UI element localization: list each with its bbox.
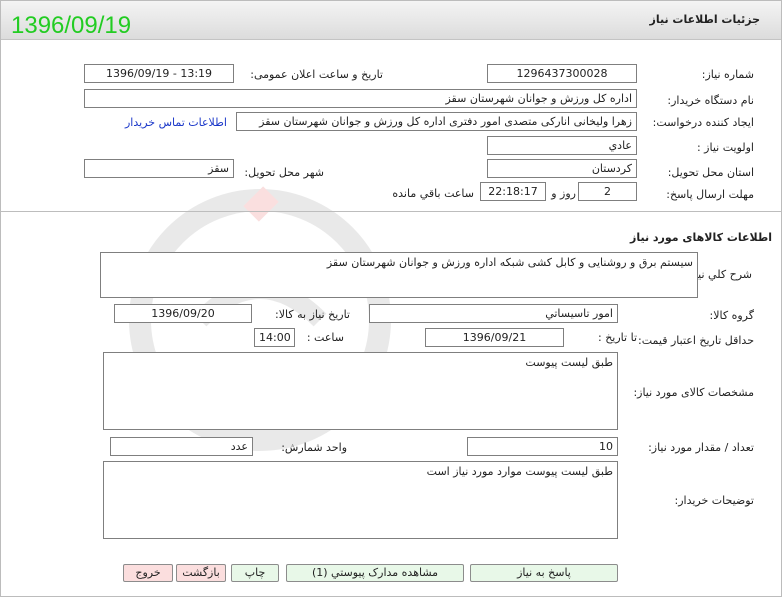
section-divider <box>0 211 782 212</box>
remaining-label: ساعت باقي مانده <box>392 187 474 200</box>
until-date-label: تا تاریخ : <box>598 331 637 344</box>
days-and-label: روز و <box>551 187 576 200</box>
description-textarea[interactable]: سیستم برق و روشنایی و کابل کشی شبکه ادار… <box>100 252 698 298</box>
goods-section-title: اطلاعات کالاهای مورد نیاز <box>630 231 772 244</box>
validity-label: حداقل تاریخ اعتبار قیمت: <box>638 334 754 347</box>
city-label: شهر محل تحویل: <box>244 166 324 179</box>
need-number-label: شماره نیاز: <box>701 68 754 81</box>
quantity-field[interactable]: 10 <box>467 437 618 456</box>
buyer-notes-label: توضیحات خریدار: <box>674 494 755 507</box>
date-stamp: 1396/09/19 <box>11 12 132 39</box>
deadline-days-field[interactable]: 2 <box>578 182 637 201</box>
exit-button[interactable]: خروج <box>123 564 173 582</box>
quantity-label: تعداد / مقدار مورد نیاز: <box>648 441 754 454</box>
page-title: جزئیات اطلاعات نیاز <box>649 13 761 26</box>
requester-label: ایجاد کننده درخواست: <box>652 116 754 129</box>
buyer-notes-textarea[interactable]: طبق لیست پیوست موارد مورد نیاز است <box>103 461 618 539</box>
back-button[interactable]: بازگشت <box>176 564 226 582</box>
province-label: استان محل تحویل: <box>667 166 754 179</box>
deadline-label: مهلت ارسال پاسخ: <box>666 188 754 201</box>
priority-label: اولویت نیاز : <box>696 141 754 154</box>
province-field[interactable]: کردستان <box>487 159 637 178</box>
need-number-field[interactable]: 1296437300028 <box>487 64 637 83</box>
reply-button[interactable]: پاسخ به نیاز <box>470 564 618 582</box>
group-field[interactable]: امور تاسیساتي <box>369 304 618 323</box>
announce-datetime-field[interactable]: 1396/09/19 - 13:19 <box>84 64 234 83</box>
city-field[interactable]: سقز <box>84 159 234 178</box>
time-label: ساعت : <box>306 331 344 344</box>
buyer-org-label: نام دستگاه خریدار: <box>667 94 754 107</box>
unit-field[interactable]: عدد <box>110 437 253 456</box>
print-button[interactable]: چاپ <box>231 564 279 582</box>
buyer-org-field[interactable]: اداره کل ورزش و جوانان شهرستان سقز <box>84 89 637 108</box>
need-date-field[interactable]: 1396/09/20 <box>114 304 252 323</box>
specs-label: مشخصات کالای مورد نیاز: <box>633 386 754 399</box>
group-label: گروه کالا: <box>709 309 754 322</box>
view-documents-button[interactable]: مشاهده مدارک پیوستي (1) <box>286 564 464 582</box>
requester-field[interactable]: زهرا ولیخانی اناركی متصدی امور دفتری ادا… <box>236 112 637 131</box>
buyer-contact-link[interactable]: اطلاعات تماس خریدار <box>125 116 227 129</box>
priority-field[interactable]: عادي <box>487 136 637 155</box>
specs-textarea[interactable]: طبق لیست پیوست <box>103 352 618 430</box>
time-field[interactable]: 14:00 <box>254 328 295 347</box>
need-date-label: تاریخ نیاز به کالا: <box>275 308 350 321</box>
until-date-field[interactable]: 1396/09/21 <box>425 328 564 347</box>
unit-label: واحد شمارش: <box>281 441 347 454</box>
deadline-time-field[interactable]: 22:18:17 <box>480 182 546 201</box>
announce-datetime-label: تاریخ و ساعت اعلان عمومی: <box>250 68 383 81</box>
